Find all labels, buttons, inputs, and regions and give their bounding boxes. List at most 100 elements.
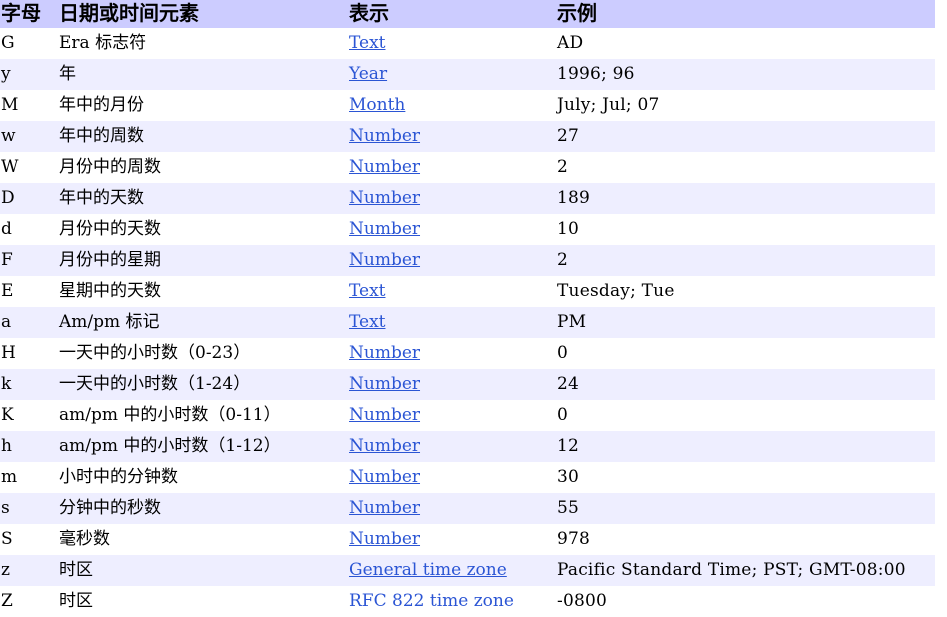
cell-letter: D [0, 183, 58, 214]
cell-example: Tuesday; Tue [556, 276, 935, 307]
cell-example: 12 [556, 431, 935, 462]
cell-element-description: am/pm 中的小时数（0-11） [58, 400, 348, 431]
presentation-link[interactable]: Number [349, 498, 420, 518]
presentation-link[interactable]: Number [349, 157, 420, 177]
presentation-link[interactable]: Number [349, 188, 420, 208]
cell-example: AD [556, 28, 935, 59]
cell-letter: s [0, 493, 58, 524]
cell-example: 30 [556, 462, 935, 493]
table-row: GEra 标志符Text AD [0, 28, 935, 59]
cell-letter: H [0, 338, 58, 369]
cell-presentation: General time zone [348, 555, 556, 586]
cell-presentation: Year [348, 59, 556, 90]
table-row: E星期中的天数TextTuesday; Tue [0, 276, 935, 307]
cell-presentation: RFC 822 time zone [348, 586, 556, 617]
cell-element-description: 毫秒数 [58, 524, 348, 555]
column-header-example: 示例 [556, 0, 935, 28]
column-header-letter: 字母 [0, 0, 58, 28]
presentation-link[interactable]: Number [349, 219, 420, 239]
table-row: s分钟中的秒数Number55 [0, 493, 935, 524]
table-row: Z时区RFC 822 time zone -0800 [0, 586, 935, 617]
cell-letter: F [0, 245, 58, 276]
presentation-link[interactable]: Number [349, 529, 420, 549]
cell-example: 2 [556, 245, 935, 276]
presentation-link[interactable]: Number [349, 436, 420, 456]
presentation-link[interactable]: Text [349, 33, 386, 53]
presentation-link[interactable]: Number [349, 374, 420, 394]
cell-element-description: Am/pm 标记 [58, 307, 348, 338]
cell-letter: W [0, 152, 58, 183]
cell-letter: m [0, 462, 58, 493]
cell-element-description: 时区 [58, 555, 348, 586]
column-header-element: 日期或时间元素 [58, 0, 348, 28]
presentation-link[interactable]: Text [349, 281, 386, 301]
cell-presentation: Number [348, 462, 556, 493]
cell-letter: Z [0, 586, 58, 617]
presentation-link[interactable]: Number [349, 343, 420, 363]
cell-example: 189 [556, 183, 935, 214]
presentation-link[interactable]: Number [349, 467, 420, 487]
presentation-link[interactable]: General time zone [349, 560, 507, 580]
cell-example: -0800 [556, 586, 935, 617]
presentation-link[interactable]: Year [349, 64, 387, 84]
presentation-link[interactable]: Month [349, 95, 405, 115]
header-row: 字母 日期或时间元素 表示 示例 [0, 0, 935, 28]
presentation-link[interactable]: RFC 822 time zone [349, 591, 514, 611]
cell-letter: M [0, 90, 58, 121]
cell-element-description: 年 [58, 59, 348, 90]
cell-example: 24 [556, 369, 935, 400]
cell-letter: z [0, 555, 58, 586]
cell-element-description: 一天中的小时数（0-23） [58, 338, 348, 369]
table-row: z时区General time zonePacific Standard Tim… [0, 555, 935, 586]
cell-presentation: Number [348, 493, 556, 524]
presentation-link[interactable]: Text [349, 312, 386, 332]
cell-letter: k [0, 369, 58, 400]
cell-element-description: Era 标志符 [58, 28, 348, 59]
cell-element-description: 月份中的星期 [58, 245, 348, 276]
table-row: M年中的月份MonthJuly; Jul; 07 [0, 90, 935, 121]
cell-presentation: Number [348, 369, 556, 400]
date-format-pattern-table: 字母 日期或时间元素 表示 示例 GEra 标志符TextADy年Year199… [0, 0, 935, 617]
cell-example: 0 [556, 400, 935, 431]
cell-letter: h [0, 431, 58, 462]
presentation-link[interactable]: Number [349, 250, 420, 270]
table-row: F月份中的星期Number 2 [0, 245, 935, 276]
table-row: w年中的周数Number27 [0, 121, 935, 152]
cell-letter: S [0, 524, 58, 555]
cell-presentation: Number [348, 214, 556, 245]
table-row: D年中的天数Number189 [0, 183, 935, 214]
table-row: aAm/pm 标记Text PM [0, 307, 935, 338]
cell-element-description: 小时中的分钟数 [58, 462, 348, 493]
cell-letter: a [0, 307, 58, 338]
cell-example: 10 [556, 214, 935, 245]
cell-element-description: 月份中的天数 [58, 214, 348, 245]
presentation-link[interactable]: Number [349, 405, 420, 425]
cell-element-description: 年中的月份 [58, 90, 348, 121]
cell-example: 978 [556, 524, 935, 555]
cell-letter: w [0, 121, 58, 152]
cell-example: 55 [556, 493, 935, 524]
column-header-presentation: 表示 [348, 0, 556, 28]
cell-element-description: 时区 [58, 586, 348, 617]
cell-letter: y [0, 59, 58, 90]
cell-element-description: 一天中的小时数（1-24） [58, 369, 348, 400]
table-body: GEra 标志符TextADy年Year1996; 96M年中的月份MonthJ… [0, 28, 935, 617]
cell-presentation: Number [348, 121, 556, 152]
table-row: S毫秒数Number 978 [0, 524, 935, 555]
table-row: W月份中的周数Number2 [0, 152, 935, 183]
cell-element-description: 年中的周数 [58, 121, 348, 152]
cell-letter: E [0, 276, 58, 307]
cell-example: PM [556, 307, 935, 338]
cell-presentation: Month [348, 90, 556, 121]
presentation-link[interactable]: Number [349, 126, 420, 146]
cell-presentation: Number [348, 152, 556, 183]
table-header: 字母 日期或时间元素 表示 示例 [0, 0, 935, 28]
cell-example: 0 [556, 338, 935, 369]
cell-presentation: Number [348, 400, 556, 431]
table-row: ham/pm 中的小时数（1-12）Number12 [0, 431, 935, 462]
cell-element-description: 月份中的周数 [58, 152, 348, 183]
cell-presentation: Number [348, 524, 556, 555]
cell-example: 1996; 96 [556, 59, 935, 90]
cell-letter: G [0, 28, 58, 59]
cell-letter: d [0, 214, 58, 245]
